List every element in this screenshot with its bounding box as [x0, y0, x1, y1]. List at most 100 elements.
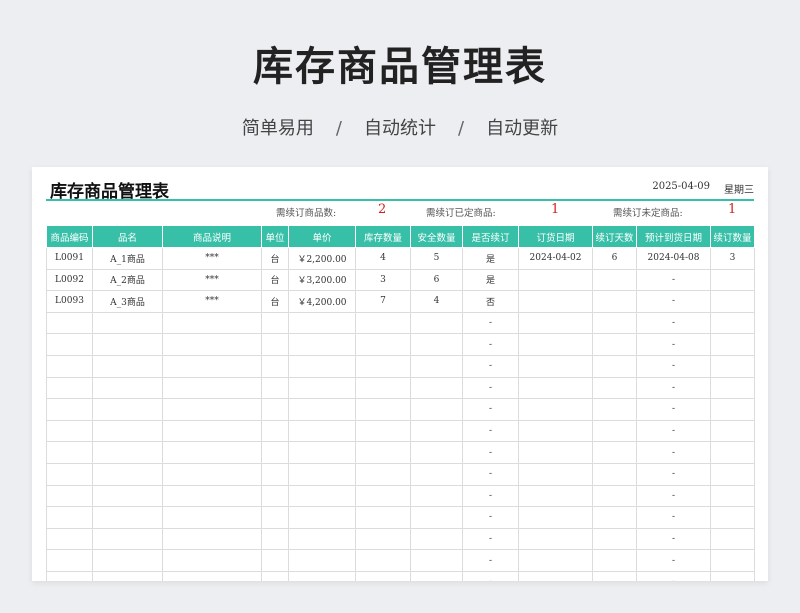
- table-cell[interactable]: -: [636, 419, 711, 443]
- table-cell[interactable]: -: [462, 311, 519, 335]
- table-cell[interactable]: [46, 484, 93, 508]
- table-cell[interactable]: 台: [261, 247, 289, 270]
- table-cell[interactable]: [162, 311, 262, 335]
- column-header[interactable]: 单价: [288, 225, 356, 248]
- table-cell[interactable]: [518, 462, 593, 486]
- table-cell[interactable]: [355, 441, 411, 464]
- column-header[interactable]: 订货日期: [518, 225, 593, 248]
- table-cell[interactable]: [355, 570, 411, 581]
- table-cell[interactable]: 3: [355, 268, 411, 292]
- table-cell[interactable]: [261, 506, 289, 529]
- table-cell[interactable]: [162, 570, 262, 581]
- table-cell[interactable]: [288, 311, 356, 335]
- table-cell[interactable]: [710, 441, 755, 464]
- table-cell[interactable]: ***: [162, 247, 262, 270]
- table-cell[interactable]: [355, 462, 411, 486]
- table-cell[interactable]: [46, 462, 93, 486]
- table-cell[interactable]: -: [462, 398, 519, 421]
- table-cell[interactable]: [162, 419, 262, 443]
- table-cell[interactable]: [410, 484, 463, 508]
- table-cell[interactable]: [710, 290, 755, 313]
- table-cell[interactable]: [46, 398, 93, 421]
- table-cell[interactable]: [518, 549, 593, 572]
- table-cell[interactable]: [92, 333, 163, 356]
- table-cell[interactable]: [162, 398, 262, 421]
- table-cell[interactable]: -: [462, 549, 519, 572]
- table-cell[interactable]: 台: [261, 290, 289, 313]
- table-cell[interactable]: [162, 376, 262, 400]
- table-cell[interactable]: [710, 462, 755, 486]
- table-cell[interactable]: [355, 527, 411, 551]
- table-cell[interactable]: [92, 376, 163, 400]
- table-cell[interactable]: [261, 484, 289, 508]
- table-cell[interactable]: [410, 462, 463, 486]
- table-cell[interactable]: [46, 441, 93, 464]
- table-cell[interactable]: [518, 506, 593, 529]
- table-cell[interactable]: [518, 311, 593, 335]
- table-cell[interactable]: [261, 441, 289, 464]
- table-cell[interactable]: 台: [261, 268, 289, 292]
- table-cell[interactable]: [261, 462, 289, 486]
- column-header[interactable]: 续订数量: [710, 225, 755, 248]
- table-cell[interactable]: L0092: [46, 268, 93, 292]
- table-cell[interactable]: [355, 419, 411, 443]
- table-cell[interactable]: [162, 441, 262, 464]
- table-cell[interactable]: [592, 354, 637, 378]
- table-cell[interactable]: -: [462, 484, 519, 508]
- table-cell[interactable]: [92, 311, 163, 335]
- table-cell[interactable]: [355, 376, 411, 400]
- table-cell[interactable]: [592, 376, 637, 400]
- table-cell[interactable]: -: [636, 570, 711, 581]
- table-cell[interactable]: L0093: [46, 290, 93, 313]
- table-cell[interactable]: [46, 570, 93, 581]
- table-cell[interactable]: [261, 354, 289, 378]
- table-cell[interactable]: [592, 527, 637, 551]
- table-cell[interactable]: [592, 268, 637, 292]
- table-cell[interactable]: [261, 549, 289, 572]
- table-cell[interactable]: -: [462, 570, 519, 581]
- table-cell[interactable]: [410, 354, 463, 378]
- column-header[interactable]: 续订天数: [592, 225, 637, 248]
- table-cell[interactable]: [518, 354, 593, 378]
- table-cell[interactable]: [46, 354, 93, 378]
- table-cell[interactable]: [46, 549, 93, 572]
- table-cell[interactable]: [710, 311, 755, 335]
- table-cell[interactable]: -: [462, 441, 519, 464]
- table-cell[interactable]: 4: [410, 290, 463, 313]
- table-cell[interactable]: [162, 484, 262, 508]
- table-cell[interactable]: -: [462, 333, 519, 356]
- table-cell[interactable]: [410, 398, 463, 421]
- table-cell[interactable]: 6: [410, 268, 463, 292]
- column-header[interactable]: 商品说明: [162, 225, 262, 248]
- table-cell[interactable]: [710, 549, 755, 572]
- table-cell[interactable]: [710, 333, 755, 356]
- table-cell[interactable]: [592, 441, 637, 464]
- table-cell[interactable]: [288, 354, 356, 378]
- column-header[interactable]: 商品编码: [46, 225, 93, 248]
- table-cell[interactable]: A_2商品: [92, 268, 163, 292]
- table-cell[interactable]: 7: [355, 290, 411, 313]
- table-cell[interactable]: [46, 333, 93, 356]
- table-cell[interactable]: [592, 462, 637, 486]
- table-cell[interactable]: 是: [462, 247, 519, 270]
- table-cell[interactable]: [162, 527, 262, 551]
- table-cell[interactable]: [355, 333, 411, 356]
- table-cell[interactable]: [710, 506, 755, 529]
- table-cell[interactable]: -: [636, 549, 711, 572]
- table-cell[interactable]: [92, 527, 163, 551]
- table-cell[interactable]: [261, 311, 289, 335]
- table-cell[interactable]: [355, 506, 411, 529]
- table-cell[interactable]: [288, 484, 356, 508]
- table-cell[interactable]: 5: [410, 247, 463, 270]
- table-cell[interactable]: [592, 311, 637, 335]
- table-cell[interactable]: [261, 398, 289, 421]
- table-cell[interactable]: [288, 549, 356, 572]
- table-cell[interactable]: [518, 376, 593, 400]
- table-cell[interactable]: -: [636, 398, 711, 421]
- table-cell[interactable]: [518, 268, 593, 292]
- table-cell[interactable]: [410, 311, 463, 335]
- table-cell[interactable]: [410, 441, 463, 464]
- column-header[interactable]: 库存数量: [355, 225, 411, 248]
- table-cell[interactable]: [518, 290, 593, 313]
- table-cell[interactable]: [710, 570, 755, 581]
